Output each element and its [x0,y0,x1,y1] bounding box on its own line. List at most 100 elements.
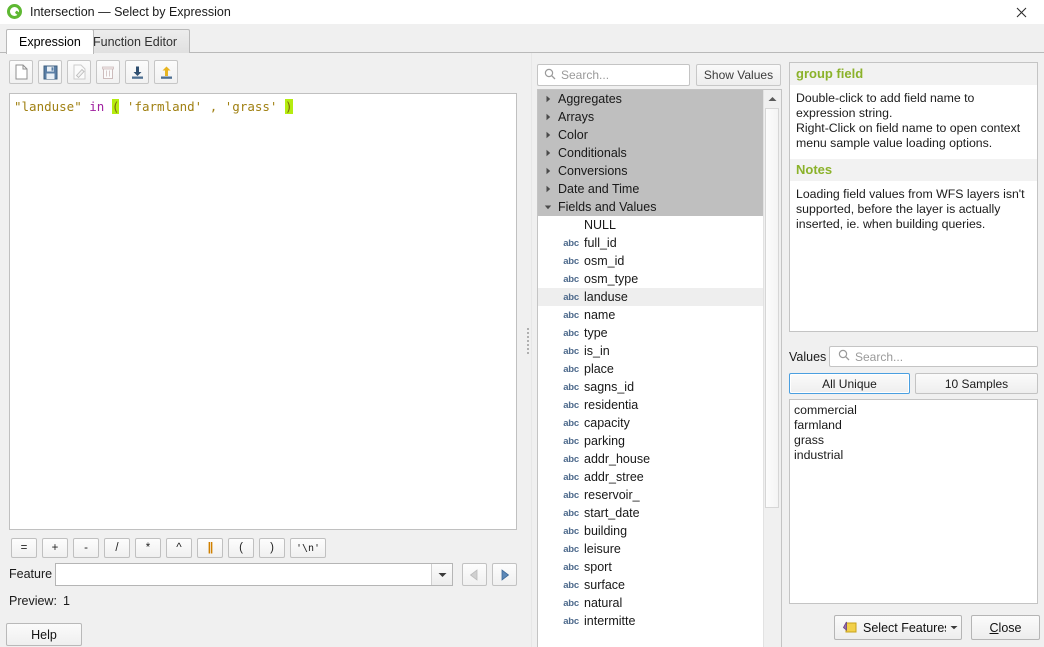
expression-pane: "landuse" in ( 'farmland' , 'grass' ) = … [0,53,527,647]
value-list-item[interactable]: grass [794,433,1037,448]
tree-field-full-id[interactable]: abc full_id [538,234,764,252]
feature-combo-box[interactable] [55,563,453,586]
import-expressions-button[interactable] [125,60,149,84]
functions-tree-scrollbar[interactable] [763,90,781,647]
tree-group-date-and-time[interactable]: Date and Time [538,180,764,198]
field-type-icon: abc [563,561,579,573]
export-expressions-button[interactable] [154,60,178,84]
tree-group-conditionals[interactable]: Conditionals [538,144,764,162]
tree-field-leisure[interactable]: abc leisure [538,540,764,558]
tree-field-null[interactable]: NULL [538,216,764,234]
field-type-icon: abc [563,273,579,285]
scrollbar-up-button[interactable] [764,90,781,107]
close-button-label: Close [990,621,1022,635]
operator-button-newline[interactable]: '\n' [290,538,327,558]
show-values-button[interactable]: Show Values [696,64,781,86]
tree-field-landuse[interactable]: abc landuse [538,288,764,306]
operator-button-close-paren[interactable]: ) [259,538,285,558]
tree-group-aggregates[interactable]: Aggregates [538,90,764,108]
tab-function-editor[interactable]: Function Editor [80,29,191,53]
tree-field-label: capacity [584,416,630,430]
tree-field-surface[interactable]: abc surface [538,576,764,594]
dialog-button-box: Select Features Close [786,615,1044,641]
window-close-button[interactable] [999,0,1044,24]
tree-field-reservoir[interactable]: abc reservoir_ [538,486,764,504]
chevron-down-icon[interactable] [538,204,558,211]
functions-search-placeholder: Search... [561,68,610,82]
tree-field-natural[interactable]: abc natural [538,594,764,612]
tree-group-fields-and-values[interactable]: Fields and Values [538,198,764,216]
tree-field-type[interactable]: abc type [538,324,764,342]
tree-field-label: surface [584,578,625,592]
tree-field-addr-house[interactable]: abc addr_house [538,450,764,468]
functions-search-input[interactable]: Search... [537,64,690,86]
help-button[interactable]: Help [6,623,82,646]
tree-field-is-in[interactable]: abc is_in [538,342,764,360]
qgis-logo-icon [7,4,23,20]
tree-group-label: Aggregates [558,92,622,106]
tree-group-color[interactable]: Color [538,126,764,144]
tree-field-addr-stree[interactable]: abc addr_stree [538,468,764,486]
chevron-right-icon[interactable] [538,149,558,157]
new-expression-button[interactable] [9,60,33,84]
chevron-right-icon[interactable] [538,131,558,139]
save-expression-button[interactable] [38,60,62,84]
functions-tree[interactable]: Aggregates Arrays Color Conditionals Con… [537,89,782,647]
operator-button-divide[interactable]: / [104,538,130,558]
chevron-right-icon[interactable] [538,95,558,103]
tree-field-label: sagns_id [584,380,635,394]
operator-button-power[interactable]: ^ [166,538,192,558]
expression-text-editor[interactable]: "landuse" in ( 'farmland' , 'grass' ) [9,93,517,530]
chevron-right-icon[interactable] [538,185,558,193]
scrollbar-thumb[interactable] [765,108,779,508]
tree-field-intermitte[interactable]: abc intermitte [538,612,764,630]
value-list-item[interactable]: farmland [794,418,1037,433]
operator-button-plus[interactable]: + [42,538,68,558]
tab-expression[interactable]: Expression [6,29,94,54]
operator-button-minus[interactable]: - [73,538,99,558]
tree-field-parking[interactable]: abc parking [538,432,764,450]
values-list[interactable]: commercial farmland grass industrial [789,399,1038,604]
operator-button-concat[interactable]: || [197,538,223,558]
feature-combo-dropdown-arrow[interactable] [431,564,452,585]
chevron-right-icon[interactable] [538,113,558,121]
tree-field-osm-type[interactable]: abc osm_type [538,270,764,288]
tree-field-capacity[interactable]: abc capacity [538,414,764,432]
values-search-input[interactable]: Search... [829,346,1038,367]
value-list-item[interactable]: industrial [794,448,1037,463]
operator-label: = [20,542,28,554]
tree-field-label: reservoir_ [584,488,640,502]
tree-field-sagns-id[interactable]: abc sagns_id [538,378,764,396]
operator-label: '\n' [296,542,321,554]
field-type-icon: abc [563,453,579,465]
tree-group-arrays[interactable]: Arrays [538,108,764,126]
operator-button-equals[interactable]: = [11,538,37,558]
feature-next-button[interactable] [492,563,517,586]
operator-button-open-paren[interactable]: ( [228,538,254,558]
trash-delete-icon [102,66,114,79]
tree-field-building[interactable]: abc building [538,522,764,540]
value-list-item[interactable]: commercial [794,403,1037,418]
pane-splitter-handle[interactable] [524,328,531,354]
operator-label: / [115,542,119,554]
select-features-button[interactable]: Select Features [834,615,961,640]
tree-group-conversions[interactable]: Conversions [538,162,764,180]
field-type-icon: abc [563,363,579,375]
new-file-icon [15,64,27,80]
tree-field-osm-id[interactable]: abc osm_id [538,252,764,270]
ten-samples-button[interactable]: 10 Samples [915,373,1038,394]
all-unique-button[interactable]: All Unique [789,373,910,394]
tree-field-sport[interactable]: abc sport [538,558,764,576]
functions-pane: Search... Show Values Aggregates Arrays … [532,53,785,647]
tree-field-residentia[interactable]: abc residentia [538,396,764,414]
select-features-dropdown-button[interactable] [946,615,962,640]
close-button[interactable]: Close [971,615,1040,640]
expression-value1-token: 'farmland' [126,99,203,114]
tree-field-place[interactable]: abc place [538,360,764,378]
tree-field-label: name [584,308,616,322]
tree-field-name[interactable]: abc name [538,306,764,324]
tree-field-start-date[interactable]: abc start_date [538,504,764,522]
operator-button-multiply[interactable]: * [135,538,161,558]
field-type-icon: abc [563,345,579,357]
chevron-right-icon[interactable] [538,167,558,175]
